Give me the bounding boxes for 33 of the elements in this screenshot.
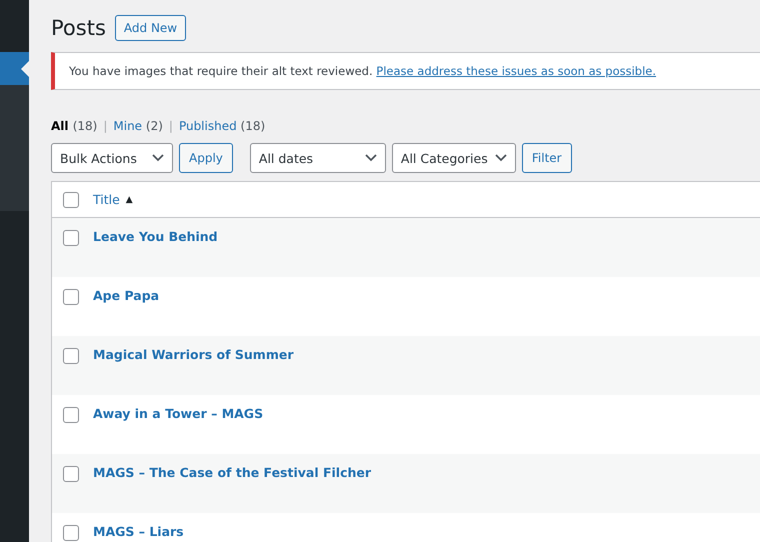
chevron-down-icon [494, 154, 507, 162]
post-title-link[interactable]: Magical Warriors of Summer [93, 347, 294, 362]
post-title-link[interactable]: MAGS – Liars [93, 524, 184, 539]
row-checkbox[interactable] [63, 289, 79, 305]
bulk-actions-select[interactable]: Bulk Actions [51, 143, 173, 173]
view-filter-link[interactable]: Published (18) [178, 119, 266, 133]
row-checkbox[interactable] [63, 407, 79, 423]
separator: | [103, 119, 108, 133]
row-checkbox[interactable] [63, 525, 79, 541]
separator: | [168, 119, 173, 133]
page-title: Posts [51, 16, 106, 40]
apply-button[interactable]: Apply [179, 143, 233, 173]
sidebar-item[interactable] [0, 52, 29, 85]
add-new-button[interactable]: Add New [114, 15, 186, 41]
post-title-link[interactable]: Leave You Behind [93, 229, 218, 244]
title-column-header[interactable]: Title [93, 192, 120, 207]
chevron-down-icon [364, 154, 377, 162]
categories-select[interactable]: All Categories [392, 143, 516, 173]
filter-button[interactable]: Filter [522, 143, 572, 173]
post-title-link[interactable]: Ape Papa [93, 288, 160, 303]
sort-indicator: ▲ [126, 194, 133, 204]
view-filter-link[interactable]: All (18) [51, 119, 98, 133]
view-filter-link[interactable]: Mine (2) [113, 119, 163, 133]
dates-select[interactable]: All dates [250, 143, 386, 173]
chevron-down-icon [152, 154, 164, 162]
row-checkbox[interactable] [63, 348, 79, 364]
row-checkbox[interactable] [63, 466, 79, 482]
select-all-checkbox[interactable] [63, 192, 79, 208]
notice-text: You have images that require their alt text reviewed. Please address these issues as soon as possible. [69, 64, 656, 78]
notice-link[interactable]: Please address these issues as soon as possible. [376, 64, 656, 78]
post-title-link[interactable]: MAGS – The Case of the Festival Filcher [93, 465, 372, 480]
post-title-link[interactable]: Away in a Tower – MAGS [93, 406, 264, 421]
row-checkbox[interactable] [63, 230, 79, 246]
